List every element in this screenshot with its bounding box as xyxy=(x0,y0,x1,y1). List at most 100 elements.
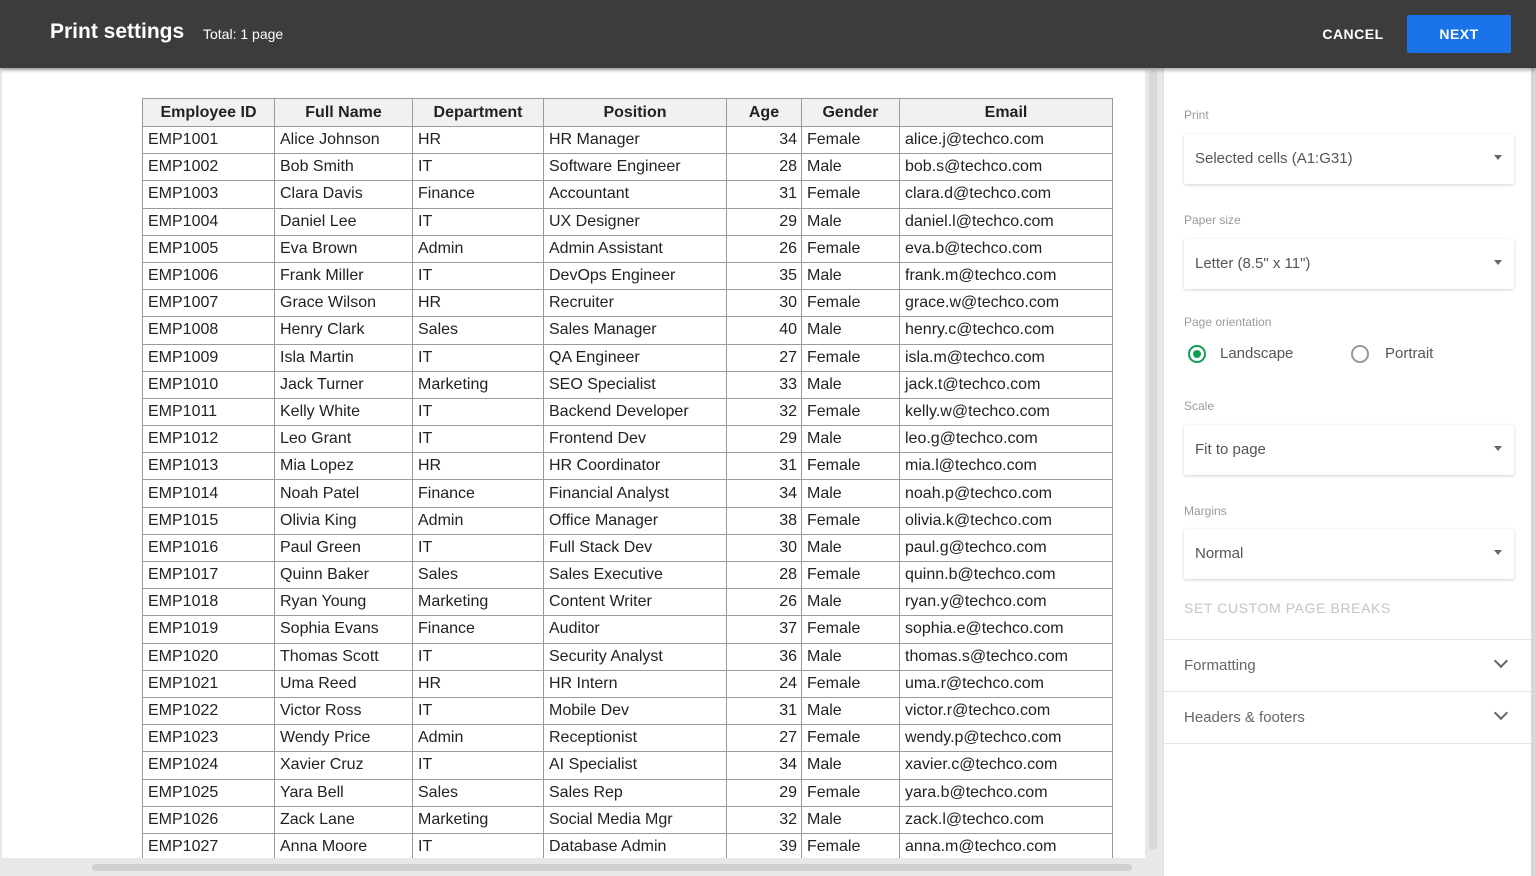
portrait-radio[interactable] xyxy=(1351,345,1369,363)
table-cell: Male xyxy=(801,261,900,291)
table-cell: Male xyxy=(801,479,900,508)
table-header-row: Employee ID Full Name Department Positio… xyxy=(142,98,1113,127)
table-cell: mia.l@techco.com xyxy=(899,452,1113,481)
scroll-thumb[interactable] xyxy=(92,864,1132,871)
table-cell: Female xyxy=(801,615,900,644)
table-cell: Female xyxy=(801,234,900,263)
column-header: Email xyxy=(899,98,1113,127)
table-cell: quinn.b@techco.com xyxy=(899,560,1113,590)
table-cell: Anna Moore xyxy=(274,832,413,860)
table-cell: QA Engineer xyxy=(543,343,727,372)
table-cell: Backend Developer xyxy=(543,397,727,427)
table-cell: 28 xyxy=(726,153,802,182)
table-cell: 31 xyxy=(726,180,802,209)
table-cell: 34 xyxy=(726,751,802,780)
margins-select[interactable]: Normal xyxy=(1184,529,1514,579)
formatting-section[interactable]: Formatting xyxy=(1164,639,1536,691)
column-header: Age xyxy=(726,98,802,127)
landscape-label[interactable]: Landscape xyxy=(1220,345,1293,362)
table-row: EMP1004 Daniel Lee IT UX Designer 29 Male dani… xyxy=(142,207,1113,236)
table-cell: 24 xyxy=(726,669,802,698)
table-cell: Receptionist xyxy=(543,724,727,753)
table-cell: Female xyxy=(801,452,900,481)
table-cell: EMP1025 xyxy=(142,778,275,807)
portrait-label[interactable]: Portrait xyxy=(1385,345,1433,362)
table-cell: Olivia King xyxy=(274,506,413,535)
scroll-thumb[interactable] xyxy=(1149,70,1157,850)
table-cell: Kelly White xyxy=(274,397,413,427)
table-cell: Isla Martin xyxy=(274,343,413,372)
table-cell: EMP1009 xyxy=(142,343,275,372)
table-cell: Jack Turner xyxy=(274,370,413,399)
table-cell: Finance xyxy=(412,180,544,209)
paper-size-select[interactable]: Letter (8.5" x 11") xyxy=(1184,239,1514,289)
table-cell: leo.g@techco.com xyxy=(899,425,1113,454)
table-cell: Thomas Scott xyxy=(274,642,413,671)
table-row: EMP1021 Uma Reed HR HR Intern 24 Female uma.r@… xyxy=(142,669,1113,698)
chevron-down-icon xyxy=(1493,653,1509,669)
table-cell: IT xyxy=(412,642,544,671)
table-cell: Frontend Dev xyxy=(543,425,727,454)
table-cell: kelly.w@techco.com xyxy=(899,397,1113,427)
table-cell: HR Manager xyxy=(543,125,727,155)
column-header: Department xyxy=(412,98,544,127)
table-cell: EMP1027 xyxy=(142,832,275,860)
horizontal-scrollbar[interactable] xyxy=(0,858,1163,876)
table-cell: HR xyxy=(412,125,544,155)
column-header: Full Name xyxy=(274,98,413,127)
table-cell: Female xyxy=(801,778,900,807)
landscape-radio[interactable] xyxy=(1188,345,1206,363)
table-cell: Male xyxy=(801,696,900,726)
cancel-button[interactable]: CANCEL xyxy=(1300,15,1406,53)
custom-page-breaks-button[interactable]: SET CUSTOM PAGE BREAKS xyxy=(1184,600,1391,616)
table-cell: 28 xyxy=(726,560,802,590)
table-row: EMP1027 Anna Moore IT Database Admin 39 Femal… xyxy=(142,832,1113,860)
next-button[interactable]: NEXT xyxy=(1407,15,1511,53)
table-cell: Sales Manager xyxy=(543,316,727,345)
table-cell: IT xyxy=(412,207,544,236)
column-header: Employee ID xyxy=(142,98,275,127)
table-cell: olivia.k@techco.com xyxy=(899,506,1113,535)
table-cell: Female xyxy=(801,343,900,372)
table-cell: IT xyxy=(412,751,544,780)
table-cell: Yara Bell xyxy=(274,778,413,807)
paper-size-label: Paper size xyxy=(1184,213,1241,227)
vertical-scrollbar[interactable] xyxy=(1147,70,1159,852)
table-cell: IT xyxy=(412,343,544,372)
table-cell: eva.b@techco.com xyxy=(899,234,1113,263)
dropdown-caret-icon xyxy=(1494,155,1502,160)
table-cell: Sales xyxy=(412,778,544,807)
table-row: EMP1019 Sophia Evans Finance Auditor 37 Femal… xyxy=(142,615,1113,644)
table-cell: Male xyxy=(801,805,900,834)
table-cell: IT xyxy=(412,696,544,726)
table-cell: Security Analyst xyxy=(543,642,727,671)
table-cell: Office Manager xyxy=(543,506,727,535)
table-cell: Noah Patel xyxy=(274,479,413,508)
table-cell: 36 xyxy=(726,642,802,671)
table-row: EMP1023 Wendy Price Admin Receptionist 27 Fem… xyxy=(142,724,1113,753)
table-cell: EMP1012 xyxy=(142,425,275,454)
scale-select[interactable]: Fit to page xyxy=(1184,425,1514,475)
print-range-select[interactable]: Selected cells (A1:G31) xyxy=(1184,134,1514,184)
table-cell: EMP1011 xyxy=(142,397,275,427)
table-row: EMP1011 Kelly White IT Backend Developer 32 F… xyxy=(142,397,1113,427)
table-cell: EMP1010 xyxy=(142,370,275,399)
table-cell: Marketing xyxy=(412,588,544,617)
table-cell: Leo Grant xyxy=(274,425,413,454)
print-preview: Employee ID Full Name Department Positio… xyxy=(0,68,1163,876)
table-cell: EMP1023 xyxy=(142,724,275,753)
table-cell: EMP1001 xyxy=(142,125,275,155)
table-cell: Quinn Baker xyxy=(274,560,413,590)
table-cell: Sales xyxy=(412,316,544,345)
table-cell: alice.j@techco.com xyxy=(899,125,1113,155)
table-row: EMP1003 Clara Davis Finance Accountant 31 Fem… xyxy=(142,180,1113,209)
table-cell: EMP1013 xyxy=(142,452,275,481)
table-cell: Accountant xyxy=(543,180,727,209)
table-cell: IT xyxy=(412,832,544,860)
spreadsheet-table: Employee ID Full Name Department Positio… xyxy=(142,98,1113,860)
table-row: EMP1002 Bob Smith IT Software Engineer 28 Mal… xyxy=(142,153,1113,182)
table-cell: IT xyxy=(412,533,544,563)
headers-footers-section[interactable]: Headers & footers xyxy=(1164,691,1536,743)
formatting-label: Formatting xyxy=(1184,657,1256,674)
table-row: EMP1001 Alice Johnson HR HR Manager 34 Female… xyxy=(142,125,1113,155)
